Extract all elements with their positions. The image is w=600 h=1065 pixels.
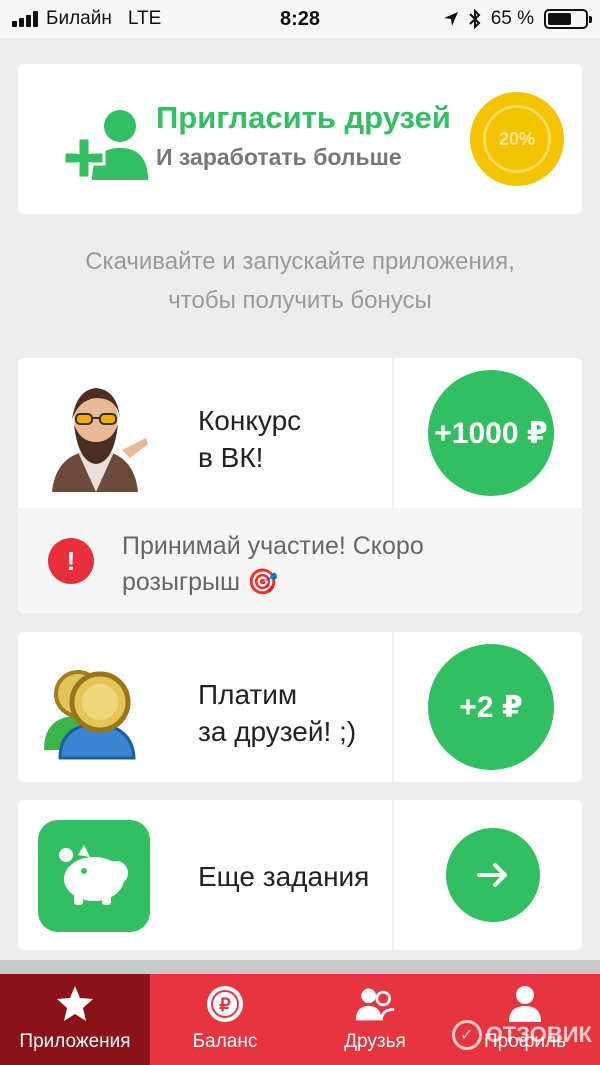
tab-label: Баланс — [192, 1031, 258, 1052]
card-divider — [392, 800, 394, 950]
reward-button-contest[interactable]: +1000 ₽ — [428, 370, 554, 496]
hint-line-2: чтобы получить бонусы — [168, 287, 432, 314]
tab-balance[interactable]: ₽ Баланс — [150, 974, 300, 1065]
contest-notice: ! Принимай участие! Скоро розыгрыш 🎯 — [18, 508, 582, 613]
task-name-line-2: за друзей! ;) — [198, 716, 357, 747]
task-name-line-2: в ВК! — [198, 442, 264, 473]
status-right: 65 % — [443, 8, 592, 30]
status-bar: Билайн LTE 8:28 65 % — [0, 0, 600, 38]
card-divider — [392, 358, 394, 508]
bonus-coin-badge: 20% — [470, 92, 564, 186]
star-icon — [54, 983, 96, 1025]
scroll-edge — [0, 960, 600, 974]
arrow-right-icon — [477, 863, 507, 887]
task-card-friends[interactable]: Платим за друзей! ;) +2 ₽ — [18, 632, 582, 782]
bonus-percent: 20% — [483, 105, 551, 173]
otzovik-watermark: ✓ ОТЗОВИК — [451, 1020, 592, 1050]
task-card-more[interactable]: Еще задания — [18, 800, 582, 950]
notice-line-1: Принимай участие! Скоро — [122, 532, 424, 560]
hipster-avatar-icon — [38, 380, 156, 492]
add-friend-icon — [62, 110, 148, 180]
piggy-bank-icon — [38, 820, 150, 932]
tab-label: Приложения — [19, 1031, 131, 1052]
card-divider — [392, 632, 394, 782]
ruble-coin-icon: ₽ — [204, 983, 246, 1025]
bonus-hint-text: Скачивайте и запускайте приложения, чтоб… — [0, 242, 600, 320]
tab-label: Друзья — [344, 1031, 406, 1052]
user-icon — [504, 983, 546, 1025]
watermark-logo-icon: ✓ — [451, 1020, 482, 1050]
svg-text:₽: ₽ — [219, 995, 231, 1015]
battery-percent: 65 % — [490, 8, 534, 29]
task-name-line-1: Платим — [198, 679, 298, 710]
location-arrow-icon — [443, 12, 458, 26]
more-tasks-button[interactable] — [446, 828, 540, 922]
task-card-contest[interactable]: Конкурс в ВК! +1000 ₽ ! Принимай участие… — [18, 358, 582, 613]
task-name-friends: Платим за друзей! ;) — [198, 676, 356, 750]
hint-line-1: Скачивайте и запускайте приложения, — [85, 248, 515, 275]
invite-friends-card[interactable]: Пригласить друзей И заработать больше 20… — [18, 64, 582, 214]
warning-icon: ! — [48, 538, 94, 584]
users-icon — [354, 983, 396, 1025]
tab-apps[interactable]: Приложения — [0, 974, 150, 1065]
bluetooth-icon — [468, 9, 481, 29]
invite-subtitle: И заработать больше — [156, 144, 402, 170]
tab-friends[interactable]: Друзья — [300, 974, 450, 1065]
battery-icon — [544, 9, 592, 29]
watermark-text: ОТЗОВИК — [485, 1022, 592, 1047]
task-name-more: Еще задания — [198, 861, 370, 892]
invite-title: Пригласить друзей — [156, 100, 451, 135]
notice-text: Принимай участие! Скоро розыгрыш 🎯 — [122, 528, 542, 600]
friends-coins-icon — [44, 670, 136, 760]
notice-line-2: розыгрыш 🎯 — [122, 568, 279, 596]
reward-button-friends[interactable]: +2 ₽ — [428, 644, 554, 770]
task-name-contest: Конкурс в ВК! — [198, 402, 301, 476]
task-name-line-1: Конкурс — [198, 405, 302, 436]
